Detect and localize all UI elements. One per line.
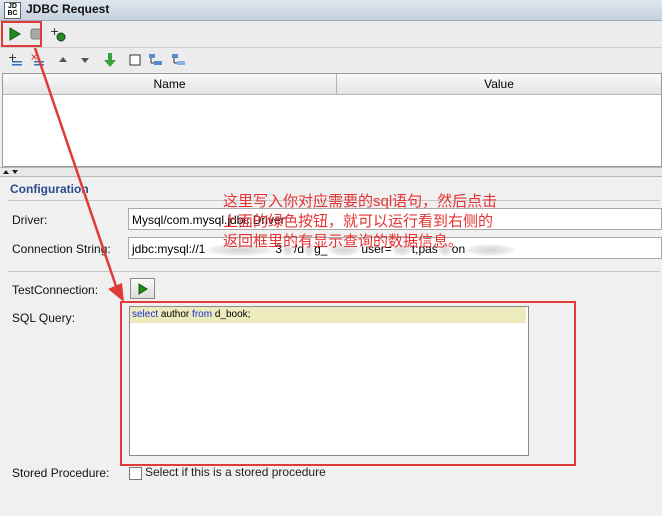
annotation-arrow (33, 47, 124, 302)
